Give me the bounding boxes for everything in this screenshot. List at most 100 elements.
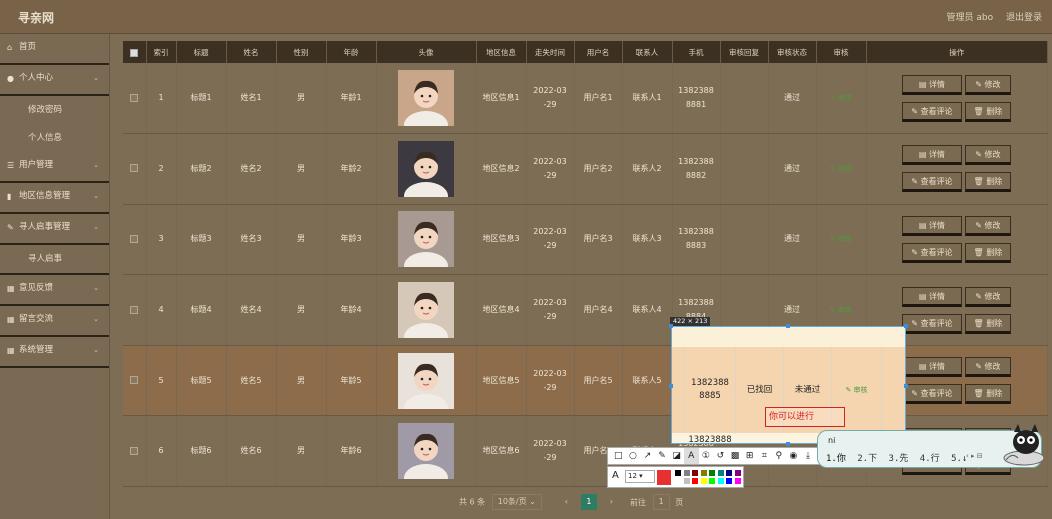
sidebar-item-feedback[interactable]: ▦ 意见反馈 ⌄ (0, 275, 109, 306)
translate-icon[interactable]: ⚲ (772, 448, 787, 464)
sidebar-item-label: 地区信息管理 (19, 191, 71, 201)
view-comments-button[interactable]: ✎ 查看评论 (902, 313, 962, 334)
cell-index: 1 (146, 63, 177, 135)
color-swatch[interactable] (717, 478, 724, 484)
color-swatch[interactable] (700, 470, 707, 476)
sidebar-item-users[interactable]: ☰ 用户管理 ⌄ (0, 152, 109, 183)
sidebar-subitem-notice[interactable]: 寻人启事 (0, 245, 109, 275)
ellipse-icon[interactable]: ○ (626, 448, 641, 464)
ime-candidate[interactable]: 2.下 (857, 454, 877, 464)
page-button-current[interactable]: 1 (580, 494, 597, 510)
pin-icon[interactable]: ⊞ (742, 448, 757, 464)
next-page-button[interactable]: › (604, 494, 620, 510)
color-swatch[interactable] (675, 478, 681, 484)
pen-icon[interactable]: ✎ (655, 448, 670, 464)
edit-button[interactable]: ✎ 修改 (964, 215, 1012, 236)
sidebar-item-message[interactable]: ▦ 留言交流 ⌄ (0, 306, 109, 337)
cell-age: 年龄1 (326, 63, 377, 135)
prev-page-button[interactable]: ‹ (558, 494, 574, 510)
arrow-icon[interactable]: ↗ (640, 448, 655, 464)
color-swatch[interactable] (734, 470, 741, 476)
ocr-icon[interactable]: ⌗ (757, 448, 772, 464)
color-swatch[interactable] (726, 478, 732, 484)
record-icon[interactable]: ◉ (786, 448, 801, 464)
sidebar-item-home[interactable]: ⌂ 首页 (0, 34, 109, 65)
row-checkbox[interactable] (123, 204, 147, 276)
resize-handle[interactable] (786, 442, 790, 446)
ime-candidate[interactable]: 3.先 (889, 454, 909, 464)
sidebar-item-personal[interactable]: ● 个人中心 ⌄ (0, 65, 109, 96)
edit-button[interactable]: ✎ 修改 (964, 74, 1012, 95)
row-checkbox[interactable] (123, 345, 147, 417)
save-icon[interactable]: ⤓ (801, 448, 816, 464)
color-swatch[interactable] (717, 470, 724, 476)
view-comments-button[interactable]: ✎ 查看评论 (902, 101, 962, 122)
goto-page-input[interactable]: 1 (652, 494, 670, 510)
current-color[interactable] (657, 470, 671, 485)
delete-button[interactable]: 🗑 删除 (964, 313, 1012, 334)
ime-candidate[interactable]: 5.↓ (951, 454, 967, 464)
row-checkbox[interactable] (123, 133, 147, 205)
color-swatch[interactable] (692, 478, 698, 484)
detail-button[interactable]: ▤ 详情 (902, 357, 962, 378)
detail-button[interactable]: ▤ 详情 (902, 74, 962, 95)
color-swatch[interactable] (709, 470, 715, 476)
sidebar-subitem-change-password[interactable]: 修改密码 (0, 96, 109, 124)
font-size-select[interactable]: 12 ▾ (625, 470, 655, 483)
cell-sex: 男 (276, 63, 327, 135)
cell-audit[interactable]: ✎ 审核 (816, 204, 867, 276)
edit-button[interactable]: ✎ 修改 (964, 145, 1012, 166)
number-icon[interactable]: ① (699, 448, 714, 464)
resize-handle[interactable] (669, 384, 673, 388)
delete-button[interactable]: 🗑 删除 (964, 101, 1012, 122)
cell-age: 年龄4 (326, 274, 377, 346)
row-checkbox[interactable] (123, 63, 147, 135)
rect-icon[interactable]: □ (611, 448, 626, 464)
color-swatch[interactable] (726, 470, 732, 476)
sidebar-item-system[interactable]: ▦ 系统管理 ⌄ (0, 337, 109, 368)
color-swatch[interactable] (734, 478, 741, 484)
color-swatch[interactable] (683, 470, 690, 476)
delete-button[interactable]: 🗑 删除 (964, 172, 1012, 193)
delete-button[interactable]: 🗑 删除 (964, 242, 1012, 263)
cell-date: 2022-03-29 (526, 63, 575, 135)
undo-icon[interactable]: ↺ (713, 448, 728, 464)
color-swatch[interactable] (683, 478, 690, 484)
marker-icon[interactable]: ◪ (669, 448, 684, 464)
detail-button[interactable]: ▤ 详情 (902, 286, 962, 307)
cell-audit[interactable]: ✎ 审核 (816, 133, 867, 205)
resize-handle[interactable] (904, 384, 908, 388)
sidebar-item-region[interactable]: ▮ 地区信息管理 ⌄ (0, 183, 109, 214)
select-all-checkbox[interactable] (123, 41, 147, 63)
text-icon[interactable]: A (683, 448, 699, 464)
delete-button[interactable]: 🗑 删除 (964, 384, 1012, 405)
ime-candidate[interactable]: 4.行 (920, 454, 940, 464)
edit-button[interactable]: ✎ 修改 (964, 286, 1012, 307)
pagination: 共 6 条 10条/页 ⌄ ‹ 1 › 前往 1 页 (459, 494, 683, 510)
edit-button[interactable]: ✎ 修改 (964, 357, 1012, 378)
row-checkbox[interactable] (123, 415, 147, 488)
color-swatch[interactable] (709, 478, 715, 484)
mosaic-icon[interactable]: ▩ (728, 448, 743, 464)
resize-handle[interactable] (904, 324, 908, 328)
annotation-text-input[interactable]: 你可以进行 (765, 407, 845, 427)
view-comments-button[interactable]: ✎ 查看评论 (902, 242, 962, 263)
ime-nav[interactable]: ‹ ▸ ⊟ (966, 452, 983, 460)
cell-audit[interactable]: ✎ 审核 (816, 63, 867, 135)
view-comments-button[interactable]: ✎ 查看评论 (902, 384, 962, 405)
resize-handle[interactable] (786, 324, 790, 328)
sidebar-subitem-profile[interactable]: 个人信息 (0, 124, 109, 152)
color-swatch[interactable] (700, 478, 707, 484)
detail-button[interactable]: ▤ 详情 (902, 215, 962, 236)
logout-link[interactable]: 退出登录 (1006, 13, 1042, 23)
color-swatch[interactable] (675, 470, 681, 476)
row-checkbox[interactable] (123, 274, 147, 346)
page-size-select[interactable]: 10条/页 ⌄ (491, 494, 542, 510)
sidebar-item-notice[interactable]: ✎ 寻人启事管理 ⌄ (0, 214, 109, 245)
chevron-down-icon: ⌄ (93, 346, 99, 354)
detail-button[interactable]: ▤ 详情 (902, 145, 962, 166)
ime-candidate[interactable]: 1.你 (826, 454, 846, 464)
resize-handle[interactable] (669, 324, 673, 328)
view-comments-button[interactable]: ✎ 查看评论 (902, 172, 962, 193)
color-swatch[interactable] (692, 470, 698, 476)
